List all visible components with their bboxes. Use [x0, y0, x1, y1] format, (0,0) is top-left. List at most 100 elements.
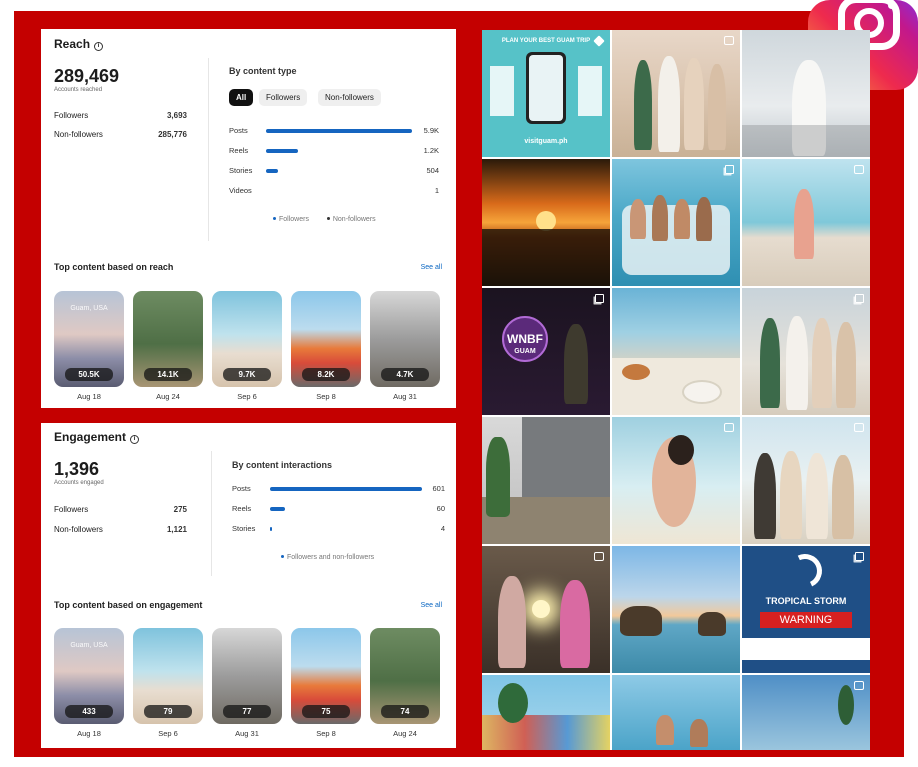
top-content-thumbnail[interactable]: 8.2K	[291, 291, 361, 387]
grid-post[interactable]	[742, 288, 870, 415]
grid-post[interactable]	[742, 675, 870, 750]
bar	[266, 129, 412, 133]
reel-icon	[724, 423, 734, 432]
see-all-link[interactable]: See all	[421, 602, 442, 609]
bar	[266, 149, 298, 153]
top-content-thumbnail[interactable]: Guam, USA 50.5K	[54, 291, 124, 387]
reach-total-caption: Accounts reached	[54, 87, 103, 93]
bar-row-value: 601	[432, 484, 445, 493]
grid-post[interactable]	[742, 30, 870, 157]
bar	[270, 507, 285, 511]
bar-row-value: 60	[436, 504, 445, 513]
thumbnail-date: Aug 24	[393, 729, 417, 738]
reach-followers-row: Followers 3,693	[54, 111, 187, 120]
thumbnail-metric-badge: 74	[381, 705, 429, 718]
tile-subtitle: GUAM	[514, 348, 536, 355]
grid-post[interactable]	[482, 546, 610, 673]
thumbnail-metric-badge: 433	[65, 705, 113, 718]
engagement-card: Engagement i 1,396 Accounts engaged Follo…	[41, 423, 456, 748]
tile-warning: WARNING	[779, 614, 833, 626]
thumbnail-overlay-text: Guam, USA	[70, 305, 108, 312]
filter-non-followers[interactable]: Non-followers	[318, 89, 381, 106]
engagement-nonfollowers-row: Non-followers 1,121	[54, 525, 187, 534]
tile-heading: PLAN YOUR BEST GUAM TRIP	[501, 38, 591, 44]
grid-post-planner[interactable]: PLAN YOUR BEST GUAM TRIP visitguam.ph	[482, 30, 610, 157]
thumbnail-date: Aug 31	[235, 729, 259, 738]
reel-icon	[854, 423, 864, 432]
reach-nonfollowers-row: Non-followers 285,776	[54, 130, 187, 139]
grid-post[interactable]	[612, 288, 740, 415]
thumbnail-overlay-text: Guam, USA	[70, 642, 108, 649]
engagement-legend: Followers and non-followers	[281, 554, 374, 561]
bar-row-label: Stories	[232, 524, 256, 533]
top-content-thumbnail[interactable]: 74	[370, 628, 440, 724]
thumbnail-metric-badge: 75	[302, 705, 350, 718]
thumbnail-date: Aug 31	[393, 392, 417, 401]
thumbnail-date: Aug 24	[156, 392, 180, 401]
grid-post-tropical-storm[interactable]: TROPICAL STORM WARNING	[742, 546, 870, 673]
carousel-icon	[595, 294, 604, 303]
carousel-icon	[855, 552, 864, 561]
tile-url: visitguam.ph	[524, 138, 568, 145]
bar-row-label: Reels	[232, 504, 252, 513]
bar-row-label: Reels	[229, 146, 249, 155]
thumbnail-date: Sep 6	[237, 392, 257, 401]
grid-post[interactable]	[612, 30, 740, 157]
bar-row-label: Posts	[232, 484, 251, 493]
grid-post-wnbf[interactable]: WNBF GUAM	[482, 288, 610, 415]
by-content-interactions-heading: By content interactions	[232, 460, 333, 470]
bar	[270, 527, 272, 531]
thumbnail-metric-badge: 14.1K	[144, 368, 192, 381]
thumbnail-metric-badge: 4.7K	[381, 368, 429, 381]
grid-post[interactable]	[742, 417, 870, 544]
reach-legend: Followers Non-followers	[273, 216, 376, 223]
bar-row-value: 4	[440, 524, 445, 533]
thumbnail-metric-badge: 9.7K	[223, 368, 271, 381]
bar-row-value: 1	[434, 186, 439, 195]
filter-followers[interactable]: Followers	[259, 89, 308, 106]
bar	[266, 169, 278, 173]
by-content-type-heading: By content type	[229, 66, 297, 76]
engagement-total-caption: Accounts engaged	[54, 480, 104, 486]
reel-icon	[594, 552, 604, 561]
grid-post[interactable]	[482, 675, 610, 750]
grid-post[interactable]	[482, 417, 610, 544]
engagement-title: Engagement i	[54, 430, 140, 444]
top-content-thumbnail[interactable]: 9.7K	[212, 291, 282, 387]
legend-dot	[326, 217, 330, 220]
thumbnail-date: Sep 8	[316, 392, 336, 401]
grid-post[interactable]	[612, 546, 740, 673]
thumbnail-metric-badge: 8.2K	[302, 368, 350, 381]
filter-all[interactable]: All	[229, 89, 254, 106]
bar	[270, 487, 422, 491]
top-content-thumbnail[interactable]: Guam, USA 433	[54, 628, 124, 724]
top-reach-heading: Top content based on reach	[54, 262, 174, 272]
see-all-link[interactable]: See all	[421, 264, 442, 271]
tile-title: WNBF	[507, 332, 543, 346]
grid-post[interactable]	[612, 417, 740, 544]
reel-icon	[724, 36, 734, 45]
engagement-total: 1,396	[54, 459, 100, 479]
info-icon[interactable]: i	[130, 435, 140, 444]
grid-post[interactable]	[482, 159, 610, 286]
instagram-profile-grid: PLAN YOUR BEST GUAM TRIP visitguam.ph WN…	[482, 30, 870, 750]
grid-post[interactable]	[612, 675, 740, 750]
divider	[211, 451, 212, 576]
bar-row-label: Stories	[229, 166, 253, 175]
top-content-thumbnail[interactable]: 14.1K	[133, 291, 203, 387]
top-content-thumbnail[interactable]: 79	[133, 628, 203, 724]
top-content-thumbnail[interactable]: 75	[291, 628, 361, 724]
top-content-thumbnail[interactable]: 77	[212, 628, 282, 724]
thumbnail-metric-badge: 77	[223, 705, 271, 718]
grid-post[interactable]	[612, 159, 740, 286]
info-icon[interactable]: i	[94, 42, 104, 51]
thumbnail-metric-badge: 79	[144, 705, 192, 718]
engagement-followers-row: Followers 275	[54, 505, 187, 514]
reel-icon	[854, 681, 864, 690]
tile-title: TROPICAL STORM	[765, 596, 847, 606]
top-content-thumbnail[interactable]: 4.7K	[370, 291, 440, 387]
grid-post[interactable]	[742, 159, 870, 286]
bar-row-value: 504	[426, 166, 439, 175]
carousel-icon	[855, 294, 864, 303]
bar-row-label: Posts	[229, 126, 248, 135]
